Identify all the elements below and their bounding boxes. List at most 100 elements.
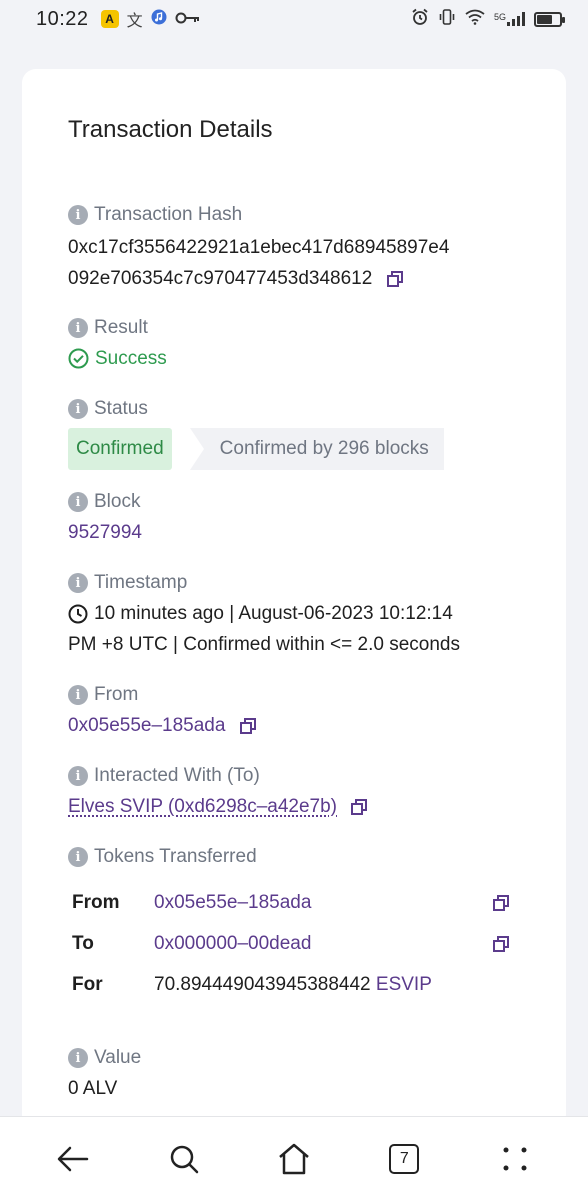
info-icon[interactable]: i (68, 1048, 88, 1068)
vibrate-icon (438, 8, 456, 30)
value-amount: 0 ALV (68, 1078, 118, 1099)
copy-icon[interactable] (492, 894, 510, 912)
interacted-with-value-row: Elves SVIP (0xd6298c–a42e7b) (68, 791, 528, 822)
page-title: Transaction Details (68, 116, 273, 143)
search-button[interactable] (154, 1129, 214, 1189)
signal-icon: 5G (494, 12, 525, 26)
more-dots-icon (503, 1147, 527, 1170)
clock-icon (68, 604, 88, 624)
table-row: From 0x05e55e–185ada (72, 884, 512, 925)
transaction-hash-value: 0xc17cf3556422921a1ebec417d68945897e4 09… (68, 232, 528, 294)
info-icon[interactable]: i (68, 685, 88, 705)
search-icon (170, 1145, 198, 1173)
from-label-text: From (94, 684, 139, 705)
token-for-key: For (72, 974, 103, 995)
tokens-transferred-label-text: Tokens Transferred (94, 846, 257, 867)
block-section: i Block 9527994 (68, 489, 528, 548)
from-label: i From (68, 682, 528, 708)
value-label: i Value (68, 1045, 528, 1071)
copy-icon[interactable] (492, 935, 510, 953)
back-arrow-icon (57, 1146, 89, 1171)
interacted-with-label-text: Interacted With (To) (94, 765, 260, 786)
home-icon (279, 1143, 309, 1174)
confirmations-badge: Confirmed by 296 blocks (189, 428, 444, 470)
token-to-key: To (72, 933, 94, 954)
token-for-value: 70.894449043945388442 ESVIP (154, 974, 432, 996)
result-value: Success (68, 343, 528, 374)
token-amount: 70.894449043945388442 (154, 974, 371, 995)
result-label: i Result (68, 315, 528, 341)
from-section: i From 0x05e55e–185ada (68, 682, 528, 741)
value-section: i Value 0 ALV (68, 1045, 528, 1104)
battery-icon (534, 11, 565, 27)
table-row: For 70.894449043945388442 ESVIP (72, 966, 512, 1007)
transaction-hash-label-text: Transaction Hash (94, 204, 243, 225)
tabs-count: 7 (389, 1143, 420, 1174)
transaction-hash-line1: 0xc17cf3556422921a1ebec417d68945897e4 (68, 237, 450, 258)
info-icon[interactable]: i (68, 318, 88, 338)
block-label: i Block (68, 489, 528, 515)
block-label-text: Block (94, 491, 141, 512)
timestamp-section: i Timestamp 10 minutes ago | August-06-2… (68, 570, 528, 660)
app-a-icon: A (100, 10, 119, 28)
translate-icon: 文 (126, 13, 143, 30)
copy-icon[interactable] (386, 270, 404, 288)
token-from-address-link[interactable]: 0x05e55e–185ada (154, 892, 311, 914)
info-icon[interactable]: i (68, 766, 88, 786)
status-bar: 10:22 A 文 5G (0, 0, 588, 38)
token-to-address-link[interactable]: 0x000000–00dead (154, 933, 311, 955)
wifi-icon (465, 9, 485, 29)
result-section: i Result Success (68, 315, 528, 374)
value-label-text: Value (94, 1047, 142, 1068)
interacted-with-section: i Interacted With (To) Elves SVIP (0xd62… (68, 763, 528, 822)
info-icon[interactable]: i (68, 492, 88, 512)
timestamp-value: 10 minutes ago | August-06-2023 10:12:14… (68, 598, 528, 660)
check-circle-icon (68, 348, 89, 369)
info-icon[interactable]: i (68, 205, 88, 225)
timestamp-line2: PM +8 UTC | Confirmed within <= 2.0 seco… (68, 634, 460, 655)
status-badge: Confirmed (68, 428, 172, 470)
token-symbol-link[interactable]: ESVIP (376, 974, 432, 995)
table-row: To 0x000000–00dead (72, 925, 512, 966)
browser-navbar: 7 (0, 1116, 588, 1200)
timestamp-label: i Timestamp (68, 570, 528, 596)
status-bar-right: 5G (411, 8, 565, 30)
transaction-hash-line2: 092e706354c7c970477453d348612 (68, 268, 373, 289)
copy-icon[interactable] (239, 717, 257, 735)
home-button[interactable] (264, 1129, 324, 1189)
status-section: i Status Confirmed Confirmed by 296 bloc… (68, 396, 528, 470)
result-value-text: Success (95, 347, 167, 369)
info-icon[interactable]: i (68, 399, 88, 419)
network-type: 5G (493, 12, 506, 22)
from-address-link[interactable]: 0x05e55e–185ada (68, 715, 225, 736)
timestamp-line1-row: 10 minutes ago | August-06-2023 10:12:14 (68, 598, 528, 629)
from-value-row: 0x05e55e–185ada (68, 710, 528, 741)
copy-icon[interactable] (350, 798, 368, 816)
music-icon (151, 8, 167, 31)
token-from-key: From (72, 892, 120, 913)
transaction-hash-line2-row: 092e706354c7c970477453d348612 (68, 263, 528, 294)
tokens-table: From 0x05e55e–185ada To 0x000000–00dead … (72, 884, 512, 1007)
interacted-with-label: i Interacted With (To) (68, 763, 528, 789)
info-icon[interactable]: i (68, 573, 88, 593)
status-label: i Status (68, 396, 528, 422)
transaction-hash-label: i Transaction Hash (68, 202, 528, 228)
alarm-icon (411, 8, 429, 30)
status-row: Confirmed Confirmed by 296 blocks (68, 428, 528, 470)
block-link[interactable]: 9527994 (68, 517, 528, 548)
info-icon[interactable]: i (68, 847, 88, 867)
tokens-transferred-label: i Tokens Transferred (68, 844, 528, 870)
contract-link[interactable]: Elves SVIP (0xd6298c–a42e7b) (68, 796, 337, 817)
result-label-text: Result (94, 317, 148, 338)
timestamp-label-text: Timestamp (94, 572, 188, 593)
tabs-button[interactable]: 7 (374, 1129, 434, 1189)
status-bar-left: 10:22 A 文 (36, 7, 201, 31)
menu-button[interactable] (485, 1129, 545, 1189)
clock-time: 10:22 (36, 7, 89, 30)
back-button[interactable] (43, 1129, 103, 1189)
tokens-transferred-section: i Tokens Transferred (68, 844, 528, 870)
transaction-hash-section: i Transaction Hash 0xc17cf3556422921a1eb… (68, 202, 528, 294)
key-icon (175, 8, 201, 31)
status-label-text: Status (94, 398, 148, 419)
timestamp-line1: 10 minutes ago | August-06-2023 10:12:14 (94, 603, 453, 624)
